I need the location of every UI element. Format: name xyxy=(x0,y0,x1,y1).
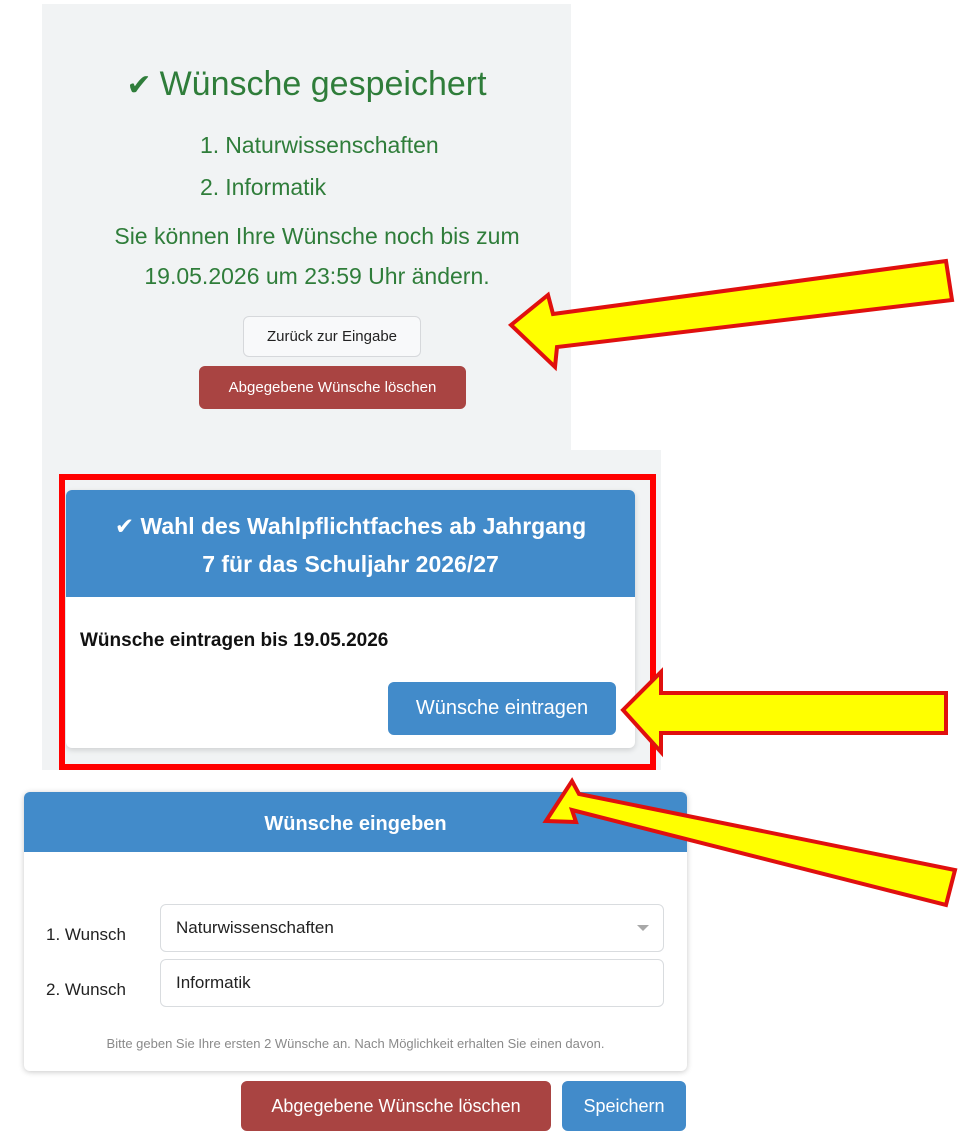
wish-1-select[interactable]: Naturwissenschaften xyxy=(160,904,664,952)
save-button[interactable]: Speichern xyxy=(562,1081,686,1131)
wish-2-label: 2. Wunsch xyxy=(46,980,127,999)
delete-wishes-button[interactable]: Abgegebene Wünsche löschen xyxy=(241,1081,551,1131)
list-item-label: Informatik xyxy=(225,174,327,200)
wish-form-title: Wünsche eingeben xyxy=(24,792,687,852)
wish-2-select[interactable]: Informatik xyxy=(160,959,664,1007)
wish-1-label: 1. Wunsch xyxy=(46,925,127,944)
list-item-number: 1. xyxy=(200,132,220,158)
deadline-note-line: Sie können Ihre Wünsche noch bis zum xyxy=(114,223,520,249)
list-item-number: 2. xyxy=(200,174,220,200)
list-item: 2. Informatik xyxy=(200,166,439,208)
chevron-down-icon xyxy=(637,925,649,931)
list-item: 1. Naturwissenschaften xyxy=(200,124,439,166)
deadline-note-line: 19.05.2026 um 23:59 Uhr ändern. xyxy=(144,263,490,289)
check-icon: ✔ xyxy=(126,69,152,102)
highlight-frame xyxy=(59,474,656,770)
list-item-label: Naturwissenschaften xyxy=(225,132,439,158)
saved-title-text: Wünsche gespeichert xyxy=(159,65,487,103)
wish-2-value: Informatik xyxy=(176,973,251,992)
arrow-to-enter-button xyxy=(620,667,948,758)
saved-title: ✔ Wünsche gespeichert xyxy=(42,64,571,106)
saved-wish-list: 1. Naturwissenschaften 2. Informatik xyxy=(200,124,439,208)
form-hint: Bitte geben Sie Ihre ersten 2 Wünsche an… xyxy=(106,1036,605,1051)
delete-wishes-button[interactable]: Abgegebene Wünsche löschen xyxy=(199,366,466,409)
saved-confirmation-panel: ✔ Wünsche gespeichert 1. Naturwissenschaft… xyxy=(42,4,571,450)
wish-form-card: Wünsche eingeben 1. Wunsch Naturwissensc… xyxy=(24,792,687,1071)
back-to-input-button[interactable]: Zurück zur Eingabe xyxy=(243,316,421,357)
deadline-note: Sie können Ihre Wünsche noch bis zum 19.… xyxy=(82,216,552,296)
arrow-to-back-button xyxy=(507,258,955,372)
wish-1-value: Naturwissenschaften xyxy=(176,918,334,937)
